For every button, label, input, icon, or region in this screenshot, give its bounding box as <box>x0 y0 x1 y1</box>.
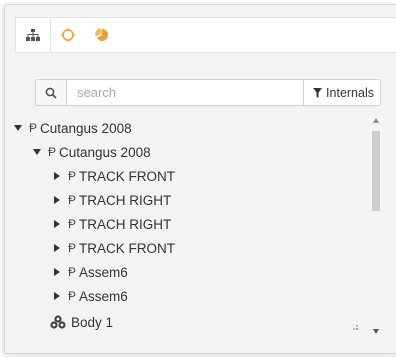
search-icon <box>45 87 57 99</box>
assembly-panel: Internals Ᵽ Cutangus 2008 Ᵽ Cutangus 200… <box>4 4 396 354</box>
caret-down-icon[interactable] <box>11 125 25 131</box>
tree-node-label: Assem6 <box>79 288 128 304</box>
tree-node-label: Cutangus 2008 <box>59 144 151 160</box>
tree-node-label: Body 1 <box>71 314 114 330</box>
assembly-icon: Ᵽ <box>29 121 38 135</box>
caret-right-icon[interactable] <box>50 244 64 252</box>
search-button[interactable] <box>35 79 66 106</box>
internals-filter-button[interactable]: Internals <box>303 79 381 106</box>
tree-node-label: TRACK FRONT <box>79 168 176 184</box>
tree-node[interactable]: Ᵽ Assem6 <box>50 285 128 307</box>
parts-icon <box>50 315 66 329</box>
tree-node[interactable]: Ᵽ Cutangus 2008 <box>30 141 151 163</box>
tree-node[interactable]: Ᵽ TRACK FRONT <box>50 237 175 259</box>
tab-bar <box>15 17 396 53</box>
caret-right-icon[interactable] <box>50 292 64 300</box>
internals-filter-label: Internals <box>326 85 374 100</box>
circle-outline-icon <box>61 28 75 42</box>
caret-right-icon[interactable] <box>50 172 64 180</box>
tree-node[interactable]: Ᵽ TRACK FRONT <box>50 165 175 187</box>
pie-chart-icon <box>95 28 108 41</box>
assembly-icon: Ᵽ <box>68 193 77 207</box>
tab-mass[interactable] <box>85 18 119 52</box>
tree-node-label: TRACH RIGHT <box>79 216 172 232</box>
search-input[interactable] <box>66 79 304 106</box>
search-bar: Internals <box>35 79 381 106</box>
tree-node[interactable]: Ᵽ TRACH RIGHT <box>50 189 171 211</box>
assembly-icon: Ᵽ <box>68 169 77 183</box>
assembly-icon: Ᵽ <box>68 265 77 279</box>
assembly-icon: Ᵽ <box>68 217 77 231</box>
resize-grip-icon[interactable] <box>351 323 359 331</box>
tree-node-label: Cutangus 2008 <box>40 120 132 136</box>
tree-node-label: TRACH RIGHT <box>79 192 172 208</box>
scroll-up-arrow-icon[interactable] <box>373 117 379 123</box>
assembly-icon: Ᵽ <box>68 289 77 303</box>
tree-node[interactable]: Ᵽ TRACH RIGHT <box>50 213 171 235</box>
assembly-icon: Ᵽ <box>68 241 77 255</box>
tree-node-label: TRACK FRONT <box>79 240 176 256</box>
tree-node[interactable]: Body 1 <box>50 311 113 333</box>
sitemap-icon <box>26 29 40 41</box>
vertical-scrollbar[interactable] <box>371 117 381 353</box>
assembly-tree: Ᵽ Cutangus 2008 Ᵽ Cutangus 2008 Ᵽ TRACK … <box>5 113 375 353</box>
filter-icon <box>313 87 323 98</box>
tree-node[interactable]: Ᵽ Assem6 <box>50 261 128 283</box>
assembly-icon: Ᵽ <box>48 145 57 159</box>
tree-node[interactable]: Ᵽ Cutangus 2008 <box>11 117 132 139</box>
scrollbar-thumb[interactable] <box>372 131 380 211</box>
tree-node-label: Assem6 <box>79 264 128 280</box>
caret-right-icon[interactable] <box>50 268 64 276</box>
caret-right-icon[interactable] <box>50 196 64 204</box>
scroll-down-arrow-icon[interactable] <box>373 329 379 335</box>
tab-hierarchy[interactable] <box>16 18 51 52</box>
tab-origin[interactable] <box>51 18 85 52</box>
caret-right-icon[interactable] <box>50 220 64 228</box>
caret-down-icon[interactable] <box>30 149 44 155</box>
